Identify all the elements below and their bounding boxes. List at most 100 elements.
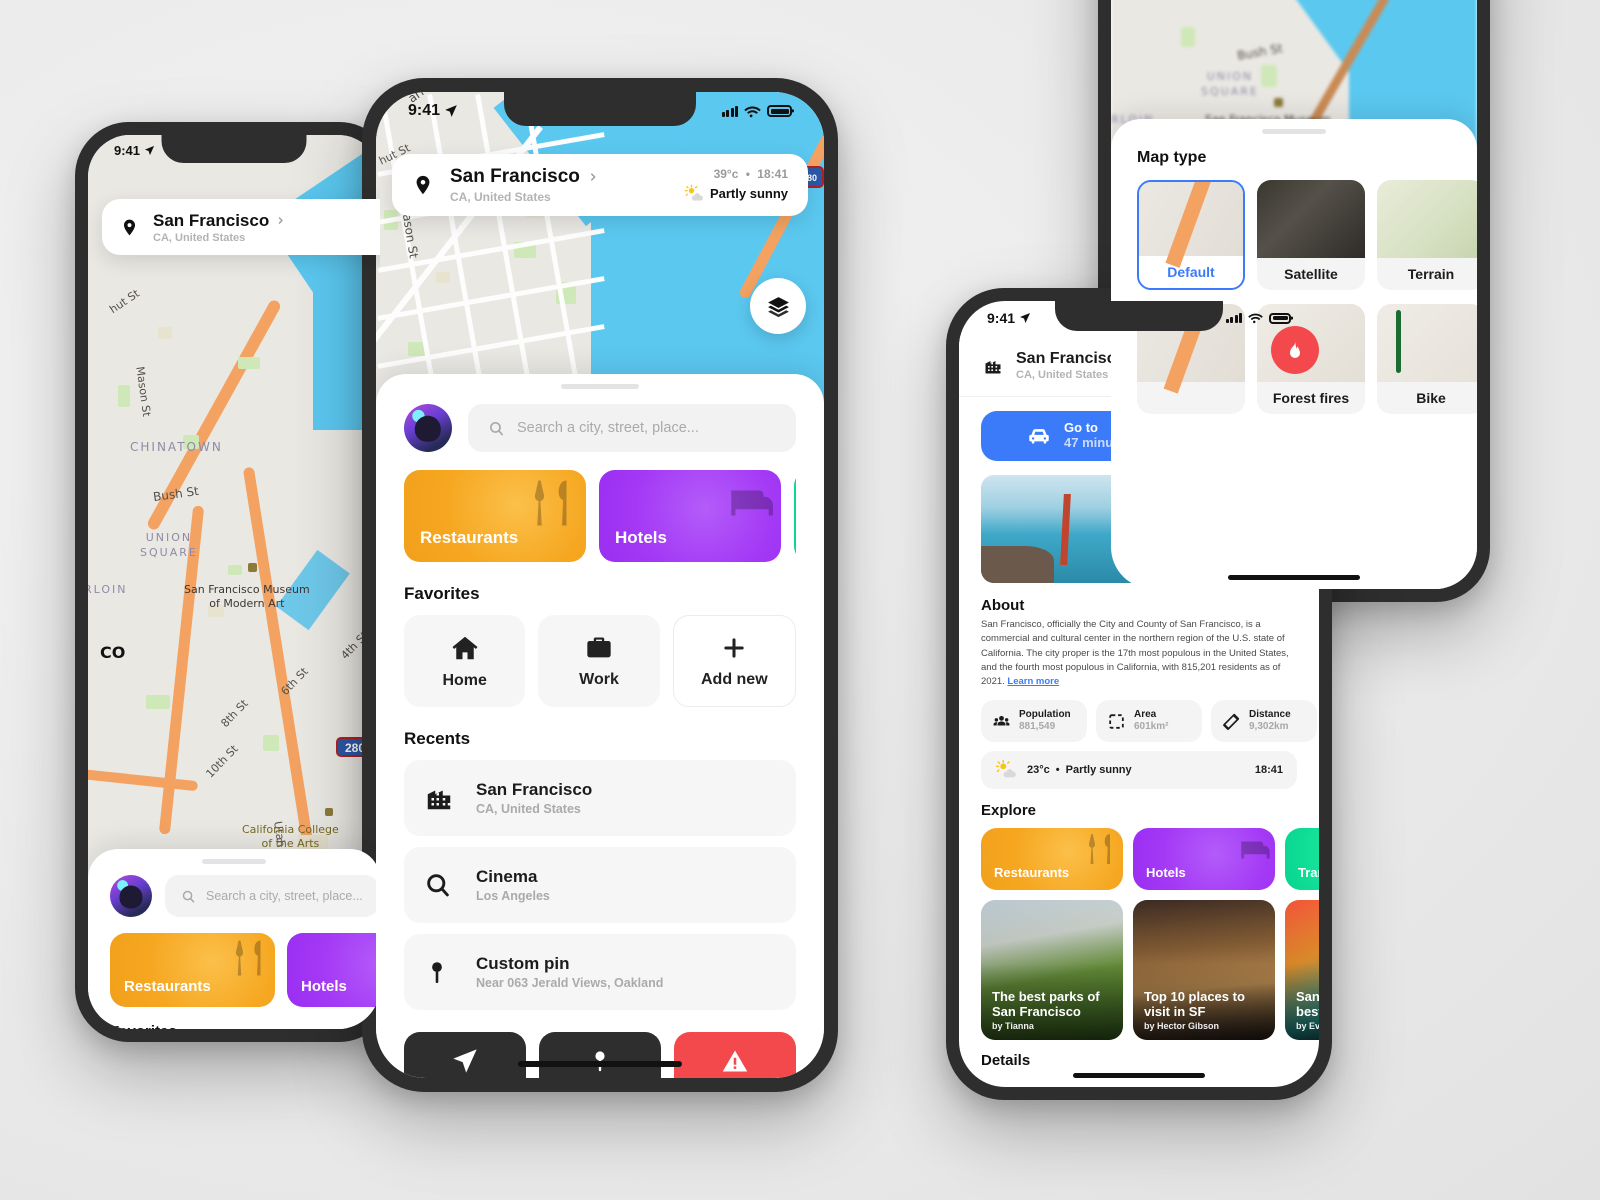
search-icon [182, 890, 195, 903]
category-label: Hotels [301, 978, 347, 995]
sheet-grabber[interactable] [202, 859, 266, 864]
map-type-option-bike[interactable]: Bike [1377, 304, 1477, 414]
category-card-restaurants[interactable]: Restaurants [404, 470, 586, 562]
recent-title: San Francisco [476, 780, 593, 799]
article-card[interactable]: The best parks of San Francisco by Tiann… [981, 900, 1123, 1041]
stat-key: Distance [1249, 708, 1291, 720]
explore-category-hotels[interactable]: Hotels [1133, 828, 1275, 891]
map-canvas-center[interactable]: 80 arf hut St Mason St CHINATOWN [376, 92, 824, 402]
category-card-transports[interactable]: Trans [794, 470, 796, 562]
museum-poi-icon [1274, 98, 1283, 107]
article-author: by Tianna [992, 1021, 1034, 1032]
map-pin-icon [416, 175, 430, 195]
pin-position-button[interactable]: Pin my position [539, 1032, 661, 1078]
category-card-restaurants[interactable]: Restaurants [110, 933, 275, 1007]
warning-triangle-icon [722, 1050, 748, 1072]
status-time: 9:41 [987, 310, 1016, 326]
phone-center: 80 arf hut St Mason St CHINATOWN 9:41 [362, 78, 838, 1092]
search-placeholder: Search a city, street, place... [517, 420, 699, 436]
stat-chip-distance: Distance 9,302km [1211, 700, 1317, 743]
map-type-label: Bike [1377, 382, 1477, 414]
favorite-work[interactable]: Work [538, 615, 660, 707]
search-icon [489, 421, 504, 435]
favorite-add-new[interactable]: Add new [672, 615, 796, 707]
search-input[interactable]: Search a city, street, place... [468, 404, 796, 452]
category-label: Hotels [615, 528, 667, 547]
recent-item-san-francisco[interactable]: San Francisco CA, United States [404, 760, 796, 836]
category-label: Restaurants [420, 528, 519, 547]
share-position-button[interactable]: Share my position [404, 1032, 526, 1078]
bottom-sheet-left: Search a city, street, place... Restaura… [88, 849, 380, 1029]
bottom-sheet-center: Search a city, street, place... Restaura… [376, 374, 824, 1078]
location-bar-left[interactable]: San Francisco CA, United States [102, 199, 380, 255]
article-title: The best parks of San Francisco [992, 989, 1100, 1019]
weather-separator: • [1055, 764, 1060, 777]
send-arrow-icon [453, 1049, 477, 1073]
category-card-hotels[interactable]: Hotels [599, 470, 781, 562]
recent-item-cinema[interactable]: Cinema Los Angeles [404, 847, 796, 923]
map-label: Bush St [1236, 41, 1284, 63]
screen-top-right: Bush St UNIONSQUARE RLOIN San Francisco … [1111, 0, 1477, 589]
ruler-icon [1223, 713, 1240, 730]
screen-center: 80 arf hut St Mason St CHINATOWN 9:41 [376, 92, 824, 1078]
recents-title: Recents [404, 729, 471, 748]
favorite-label: Work [579, 670, 619, 688]
explore-category-transports[interactable]: Trans [1285, 828, 1319, 891]
status-time: 9:41 [114, 142, 141, 158]
map-type-option-default[interactable]: Default [1137, 180, 1245, 290]
location-bar-center[interactable]: San Francisco CA, United States 39°c • 1… [392, 154, 808, 216]
article-title: San F [1296, 989, 1319, 1005]
bed-icon [731, 490, 773, 516]
avatar[interactable] [404, 404, 452, 452]
search-icon [427, 874, 449, 897]
sheet-grabber[interactable] [1262, 129, 1326, 134]
phone-left: hut St Mason St CHINATOWN Bush St UNION S… [75, 122, 393, 1042]
stat-value: 601km² [1134, 721, 1169, 733]
location-city: San Francisco [450, 166, 580, 187]
stat-chip-population: Population 881,549 [981, 700, 1087, 743]
map-label: California College of the Arts [242, 823, 339, 851]
sheet-grabber[interactable] [561, 384, 639, 389]
article-card[interactable]: San F best p by Eva.l [1285, 900, 1319, 1041]
city-buildings-icon [427, 790, 451, 810]
map-label: hut St [107, 286, 142, 317]
recent-item-custom-pin[interactable]: Custom pin Near 063 Jerald Views, Oaklan… [404, 934, 796, 1010]
learn-more-link[interactable]: Learn more [1007, 676, 1059, 687]
map-type-option-terrain[interactable]: Terrain [1377, 180, 1477, 290]
car-icon [1029, 429, 1049, 444]
partly-sunny-icon [995, 759, 1016, 778]
category-label: Restaurants [124, 978, 211, 995]
favorite-label: Home [442, 671, 487, 689]
home-icon [452, 636, 478, 659]
article-card[interactable]: Top 10 places to visit in SF by Hector G… [1133, 900, 1275, 1041]
report-problem-button[interactable]: Report a problem [674, 1032, 796, 1078]
chevron-right-icon[interactable] [276, 216, 285, 225]
location-city: San Francisco [153, 210, 270, 230]
search-input[interactable]: Search a city, street, place... [165, 875, 379, 917]
article-title: Top 10 places to visit in SF [1144, 989, 1245, 1019]
plus-icon [724, 637, 744, 658]
recent-subtitle: Near 063 Jerald Views, Oakland [476, 976, 664, 990]
weather-temp: 23°c [1027, 764, 1050, 777]
weather-condition: Partly sunny [1065, 764, 1132, 777]
category-card-hotels[interactable]: Hotels [287, 933, 380, 1007]
map-type-label: Satellite [1257, 258, 1365, 290]
map-type-label: Terrain [1377, 258, 1477, 290]
layers-button[interactable] [750, 278, 806, 334]
favorite-home[interactable]: Home [404, 615, 526, 707]
stat-chip-area: Area 601km² [1096, 700, 1202, 743]
favorite-label: Add new [700, 670, 768, 688]
location-region: CA, United States [450, 190, 551, 204]
explore-category-restaurants[interactable]: Restaurants [981, 828, 1123, 891]
recent-subtitle: CA, United States [476, 802, 581, 816]
chevron-right-icon[interactable] [588, 172, 598, 182]
map-type-option-satellite[interactable]: Satellite [1257, 180, 1365, 290]
map-label: UNION SQUARE [1201, 70, 1259, 98]
screen-left: hut St Mason St CHINATOWN Bush St UNION S… [88, 135, 380, 1029]
college-poi-icon [325, 808, 333, 816]
map-label: CO [100, 643, 126, 662]
explore-title: Explore [981, 802, 1037, 820]
fork-knife-icon [235, 940, 261, 976]
map-type-label: Default [1139, 256, 1243, 288]
avatar[interactable] [110, 875, 152, 917]
